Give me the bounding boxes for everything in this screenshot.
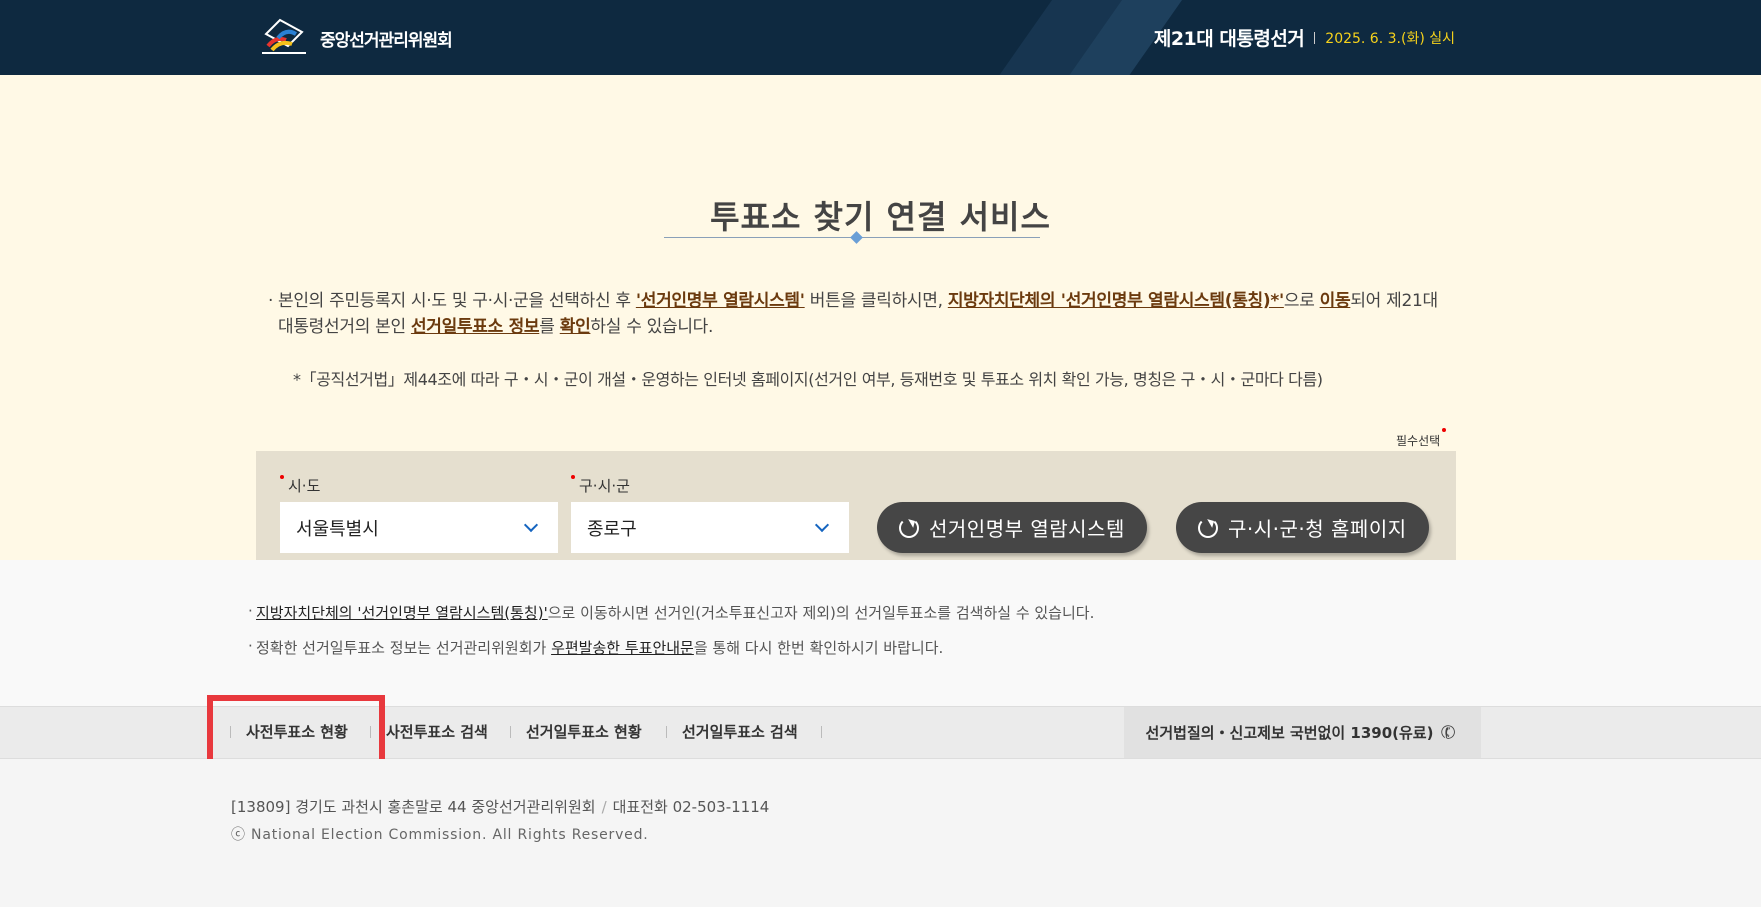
registry-link[interactable]: 지방자치단체의 '선거인명부 열람시스템(통칭)' [256,604,548,622]
desc-highlight: 이동 [1319,291,1351,311]
info-line-1: · 지방자치단체의 '선거인명부 열람시스템(통칭)'으로 이동하시면 선거인(… [248,602,1095,623]
desc-text: 하실 수 있습니다. [590,317,714,337]
divider: / [601,798,607,816]
desc-text: 으로 [1283,291,1320,311]
election-date: 2025. 6. 3.(화) 실시 [1325,30,1455,47]
registry-system-button[interactable]: 선거인명부 열람시스템 [877,502,1147,553]
sido-label-text: 시·도 [288,477,321,495]
info-text: 정확한 선거일투표소 정보는 선거관리위원회가 [256,639,552,657]
address-line: [13809] 경기도 과천시 홍촌말로 44 중앙선거관리위원회 / 대표전화 0… [231,796,769,817]
election-title: 제21대 대통령선거 [1153,28,1305,50]
info-line-2: · 정확한 선거일투표소 정보는 선거관리위원회가 우편발송한 투표안내문을 통… [248,637,944,658]
nav-early-voting-search[interactable]: 사전투표소 검색 [386,707,488,758]
required-dot [280,475,284,479]
site-header: 중앙선거관리위원회 제21대 대통령선거 2025. 6. 3.(화) 실시 [0,0,1761,75]
election-info: 제21대 대통령선거 2025. 6. 3.(화) 실시 [1154,24,1455,51]
sido-selected-value: 서울특별시 [296,518,379,540]
desc-highlight: 확인 [559,317,591,337]
refresh-icon [1198,517,1218,538]
site-logo[interactable]: 중앙선거관리위원회 [258,18,453,58]
site-footer: [13809] 경기도 과천시 홍촌말로 44 중앙선거관리위원회 / 대표전화 0… [0,759,1761,907]
district-homepage-button[interactable]: 구·시·군·청 홈페이지 [1176,502,1429,553]
info-section: · 지방자치단체의 '선거인명부 열람시스템(통칭)'으로 이동하시면 선거인(… [0,560,1761,706]
chevron-down-icon [814,517,830,532]
hotline-text: 선거법질의・신고제보 국번없이 1390(유료) [1145,724,1434,742]
logo-ballot-icon [262,18,306,54]
desc-text: 를 [539,317,560,337]
divider [230,726,231,738]
divider [510,726,511,738]
desc-highlight: 지방자치단체의 '선거인명부 열람시스템(통칭)*' [947,291,1284,311]
info-text: 으로 이동하시면 선거인(거소투표신고자 제외)의 선거일투표소를 검색하실 수… [547,604,1095,622]
required-dot [571,475,575,479]
bullet: · [248,637,253,655]
bullet: · [248,602,253,620]
logo-text: 중앙선거관리위원회 [320,30,453,51]
sido-label: 시·도 [280,475,558,496]
divider [370,726,371,738]
chevron-down-icon [523,517,539,532]
gusigun-label-text: 구·시·군 [579,477,630,495]
footer-nav: 사전투표소 현황 사전투표소 검색 선거일투표소 현황 선거일투표소 검색 선거… [0,695,1761,769]
nav-early-voting-status[interactable]: 사전투표소 현황 [246,707,348,758]
gusigun-selected-value: 종로구 [587,518,637,540]
sido-select[interactable]: 서울특별시 [280,502,558,553]
divider [821,726,822,738]
phone-icon: ✆ [1438,720,1460,745]
address-text: [13809] 경기도 과천시 홍촌말로 44 중앙선거관리위원회 [231,798,596,816]
hotline-info: 선거법질의・신고제보 국번없이 1390(유료) ✆ [1124,707,1481,758]
copyright: ⓒ National Election Commission. All Righ… [231,827,649,843]
info-text: 을 통해 다시 한번 확인하시기 바랍니다. [693,639,944,657]
desc-text: 버튼을 클릭하시면, [804,291,948,311]
legal-note: *「공직선거법」제44조에 따라 구・시・군이 개설・운영하는 인터넷 홈페이지… [293,370,1323,389]
gusigun-select[interactable]: 종로구 [571,502,849,553]
voting-guide-link[interactable]: 우편발송한 투표안내문 [551,639,694,657]
bullet: · [268,291,274,311]
desc-text: 본인의 주민등록지 시·도 및 구·시·군을 선택하신 후 [278,291,636,311]
registry-button-label: 선거인명부 열람시스템 [929,517,1125,541]
refresh-icon [899,517,919,538]
main-section: 투표소 찾기 연결 서비스 · 본인의 주민등록지 시·도 및 구·시·군을 선… [0,75,1761,585]
required-note-text: 필수선택 [1396,434,1441,448]
page-title: 투표소 찾기 연결 서비스 [710,198,1051,236]
divider [666,726,667,738]
gusigun-label: 구·시·군 [571,475,849,496]
gusigun-field: 구·시·군 종로구 [571,475,849,553]
service-description: · 본인의 주민등록지 시·도 및 구·시·군을 선택하신 후 '선거인명부 열… [268,288,1458,340]
phone-number: 대표전화 02-503-1114 [612,798,770,816]
divider [1314,31,1316,44]
desc-highlight: 선거일투표소 정보 [410,317,540,337]
sido-field: 시·도 서울특별시 [280,475,558,553]
homepage-button-label: 구·시·군·청 홈페이지 [1228,517,1407,541]
nav-election-day-status[interactable]: 선거일투표소 현황 [526,707,642,758]
desc-highlight: '선거인명부 열람시스템' [635,291,805,311]
required-note: 필수선택 [1396,428,1447,449]
required-dot [1442,428,1447,432]
nav-election-day-search[interactable]: 선거일투표소 검색 [682,707,798,758]
